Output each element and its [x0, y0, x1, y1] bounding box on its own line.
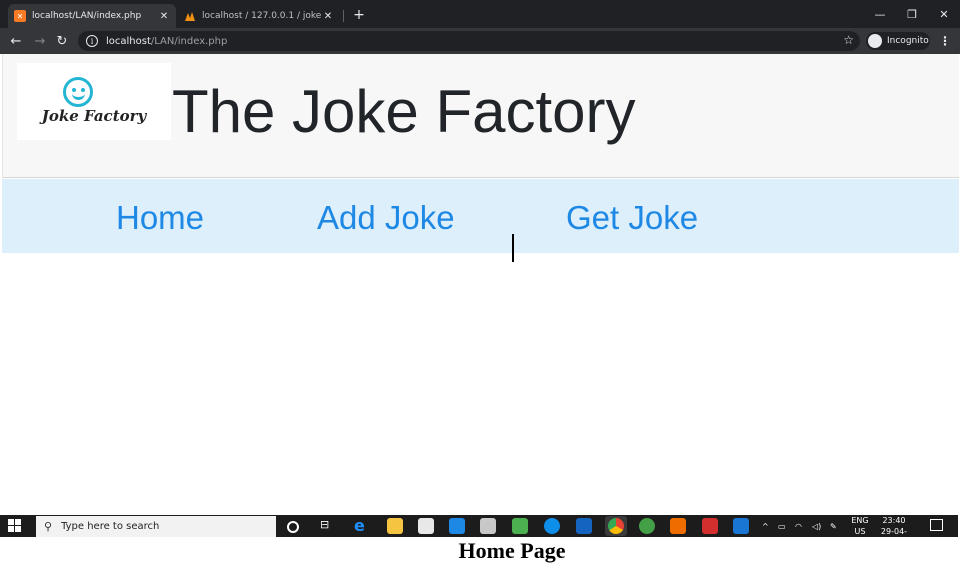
- word-icon[interactable]: [733, 518, 749, 534]
- notepad-icon[interactable]: [512, 518, 528, 534]
- forward-arrow-icon[interactable]: →: [30, 31, 50, 51]
- incognito-badge[interactable]: Incognito: [866, 32, 930, 50]
- store-icon[interactable]: [418, 518, 434, 534]
- clock-time: 23:40: [882, 516, 906, 525]
- incognito-label: Incognito: [887, 36, 929, 46]
- wifi-icon[interactable]: ◠: [795, 515, 802, 537]
- site-logo[interactable]: Joke Factory: [17, 63, 171, 140]
- info-icon[interactable]: i: [86, 35, 98, 47]
- volume-icon[interactable]: ◁): [812, 515, 821, 537]
- task-view-icon[interactable]: ⊟: [320, 518, 336, 534]
- tab-inactive[interactable]: localhost / 127.0.0.1 / joke / joke ✕: [178, 4, 340, 28]
- taskbar-search-input[interactable]: ⚲ Type here to search: [36, 516, 276, 537]
- text-cursor: [512, 234, 514, 262]
- minimize-icon[interactable]: —: [864, 4, 896, 24]
- battery-icon[interactable]: ▭: [778, 515, 786, 537]
- app-icon[interactable]: [576, 518, 592, 534]
- app-icon[interactable]: [480, 518, 496, 534]
- windows-start-icon[interactable]: [8, 519, 22, 533]
- search-icon: ⚲: [44, 520, 53, 533]
- close-tab-icon[interactable]: ✕: [322, 11, 334, 22]
- phpmyadmin-favicon-icon: [184, 10, 196, 22]
- back-arrow-icon[interactable]: ←: [6, 31, 26, 51]
- teamviewer-icon[interactable]: [544, 518, 560, 534]
- bookmark-star-icon[interactable]: ☆: [843, 33, 854, 47]
- mail-icon[interactable]: [449, 518, 465, 534]
- incognito-icon: [868, 34, 882, 48]
- chrome-icon[interactable]: [608, 518, 624, 534]
- nav-link-home[interactable]: Home: [116, 196, 204, 240]
- page-title: The Joke Factory: [172, 78, 636, 145]
- nav-link-get-joke[interactable]: Get Joke: [566, 196, 698, 240]
- new-tab-icon[interactable]: +: [350, 6, 368, 24]
- input-language[interactable]: ENG US: [848, 515, 872, 537]
- browser-menu-icon[interactable]: ⋮: [938, 32, 952, 50]
- search-placeholder: Type here to search: [61, 521, 160, 532]
- url-text: localhost/LAN/index.php: [106, 35, 228, 47]
- tab-divider: [343, 10, 344, 22]
- pen-icon[interactable]: ✎: [830, 515, 837, 537]
- logo-wordmark: Joke Factory: [41, 107, 147, 125]
- edge-icon[interactable]: e: [354, 518, 370, 534]
- address-bar[interactable]: i localhost/LAN/index.php ☆: [78, 31, 860, 51]
- close-tab-icon[interactable]: ✕: [158, 11, 170, 22]
- tab-title: localhost/LAN/index.php: [32, 11, 142, 21]
- file-explorer-icon[interactable]: [387, 518, 403, 534]
- utorrent-icon[interactable]: [639, 518, 655, 534]
- figure-caption: Home Page: [458, 538, 566, 563]
- cortana-icon[interactable]: [287, 521, 299, 533]
- taskbar-clock[interactable]: 23:40 29-04-2020: [874, 515, 914, 547]
- xampp-icon[interactable]: [670, 518, 686, 534]
- smiley-icon: [63, 77, 93, 107]
- svg-text:✕: ✕: [17, 12, 24, 21]
- tab-title: localhost / 127.0.0.1 / joke / joke: [202, 11, 322, 21]
- nav-link-add-joke[interactable]: Add Joke: [317, 196, 455, 240]
- reload-icon[interactable]: ↻: [52, 31, 72, 51]
- tray-chevron-icon[interactable]: ^: [762, 515, 769, 537]
- restore-icon[interactable]: ❐: [896, 4, 928, 24]
- pdf-icon[interactable]: [702, 518, 718, 534]
- notification-icon[interactable]: [930, 519, 943, 531]
- close-window-icon[interactable]: ✕: [928, 4, 960, 24]
- tab-active[interactable]: ✕ localhost/LAN/index.php ✕: [8, 4, 176, 28]
- xampp-favicon-icon: ✕: [14, 10, 26, 22]
